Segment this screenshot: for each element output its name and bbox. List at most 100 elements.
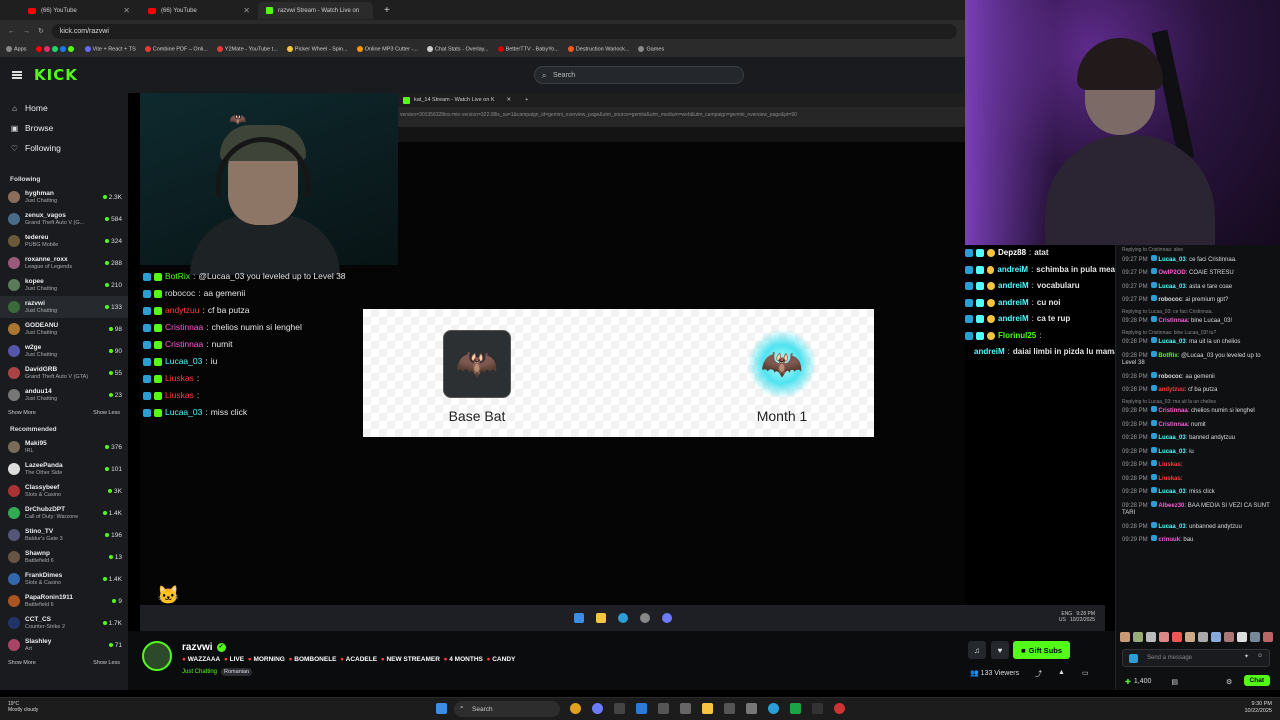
language-tag[interactable]: Romanian: [221, 668, 253, 676]
report-icon[interactable]: ▲: [1058, 669, 1065, 676]
emote-icon[interactable]: [1185, 632, 1195, 642]
show-less-button[interactable]: Show Less: [93, 410, 120, 416]
channel-name[interactable]: razvwi: [182, 642, 213, 653]
chat-message[interactable]: Replying to Cristinnaa: aloo 09:27 PM Luc…: [1116, 245, 1280, 266]
emote-icon[interactable]: ✦: [1244, 653, 1249, 660]
channel-list-item[interactable]: Slashley Art 71: [0, 634, 128, 656]
channel-list-item[interactable]: DrChubzDPT Call of Duty: Warzone 1.4K: [0, 502, 128, 524]
bookmark-item[interactable]: Apps: [6, 46, 27, 53]
url-input[interactable]: kick.com/razvwi: [51, 23, 957, 39]
channel-list-item[interactable]: DavidGRB Grand Theft Auto V (GTA) 55: [0, 362, 128, 384]
channel-list-item[interactable]: LazeePanda The Other Side 101: [0, 458, 128, 480]
channel-list-item[interactable]: Shawnp Battlefield 6 13: [0, 546, 128, 568]
bell-icon[interactable]: ♫: [968, 641, 986, 659]
emote-icon[interactable]: [1159, 632, 1169, 642]
show-more-button[interactable]: Show More: [8, 660, 36, 666]
channel-list-item[interactable]: tedereu PUBG Mobile 324: [0, 230, 128, 252]
sidebar-item-home[interactable]: ⌂ Home: [0, 98, 128, 118]
channel-list-item[interactable]: razvwi Just Chatting 133: [0, 296, 128, 318]
app-icon[interactable]: [658, 703, 669, 714]
show-more-button[interactable]: Show More: [8, 410, 36, 416]
bookmark-item[interactable]: Vite + React + TS: [84, 46, 136, 53]
close-icon[interactable]: ✕: [123, 6, 130, 15]
app-icon[interactable]: [812, 703, 823, 714]
bookmark-item[interactable]: Destruction Warlock...: [567, 46, 629, 53]
emote-icon[interactable]: [1263, 632, 1273, 642]
send-chat-button[interactable]: Chat: [1243, 675, 1270, 686]
emote-icon[interactable]: [1146, 632, 1156, 642]
chat-message[interactable]: 09:28 PM Liuskas:: [1116, 472, 1280, 486]
chat-message[interactable]: Replying to Lucaa_03: ma uit la un cheli…: [1116, 397, 1280, 418]
bookmark-item[interactable]: Chat Stats - Overlay...: [426, 46, 489, 53]
channel-list-item[interactable]: Classybeef Slots & Casino 3K: [0, 480, 128, 502]
emote-icon[interactable]: [1120, 632, 1130, 642]
channel-avatar[interactable]: [142, 641, 172, 671]
chat-message[interactable]: 09:27 PM robococ: ai premium gpt?: [1116, 293, 1280, 307]
browser-tab[interactable]: (66) YouTube ✕: [20, 2, 138, 19]
browser-tab[interactable]: (66) YouTube ✕: [140, 2, 258, 19]
sidebar-item-following[interactable]: ♡ Following: [0, 138, 128, 158]
emote-icon[interactable]: [1133, 632, 1143, 642]
show-less-button[interactable]: Show Less: [93, 660, 120, 666]
close-icon[interactable]: ✕: [243, 6, 250, 15]
chat-message[interactable]: Replying to Lucaa_03: ce faci Cristinnaa…: [1116, 307, 1280, 328]
gift-icon[interactable]: ▤: [1171, 678, 1178, 686]
emote-icon[interactable]: [1224, 632, 1234, 642]
channel-list-item[interactable]: Stino_TV Baldur's Gate 3 196: [0, 524, 128, 546]
new-tab-button[interactable]: +: [376, 2, 398, 19]
chat-message[interactable]: 09:28 PM Liuskas:: [1116, 458, 1280, 472]
chat-message[interactable]: 09:28 PM robococ: aa gemenii: [1116, 370, 1280, 384]
chat-message[interactable]: 09:28 PM Lucaa_03: iu: [1116, 445, 1280, 459]
emote-picker-icon[interactable]: [1129, 654, 1138, 663]
forward-icon[interactable]: →: [23, 28, 30, 35]
settings-icon[interactable]: ⚙: [1226, 678, 1232, 686]
chat-input[interactable]: Send a message ✦ ☺: [1122, 649, 1270, 667]
discord-icon[interactable]: [592, 703, 603, 714]
vscode-icon[interactable]: [636, 703, 647, 714]
back-icon[interactable]: ←: [8, 28, 15, 35]
chat-message[interactable]: 09:29 PM crinuuk: bau: [1116, 533, 1280, 547]
channel-list-item[interactable]: hyghman Just Chatting 2.3K: [0, 186, 128, 208]
chrome-icon[interactable]: [570, 703, 581, 714]
system-clock[interactable]: 9:30 PM 10/22/2025: [1244, 701, 1272, 715]
channel-list-item[interactable]: roxanne_roxx League of Legends 288: [0, 252, 128, 274]
search-input[interactable]: ⌕ Search: [534, 66, 744, 84]
channel-list-item[interactable]: w2ge Just Chatting 90: [0, 340, 128, 362]
folder-icon[interactable]: [702, 703, 713, 714]
chat-message[interactable]: 09:28 PM andytzuu: cf ba putza: [1116, 383, 1280, 397]
channel-list-item[interactable]: anduu14 Just Chatting 23: [0, 384, 128, 406]
channel-list-item[interactable]: zenux_vagos Grand Theft Auto V (G... 584: [0, 208, 128, 230]
edge-icon[interactable]: [768, 703, 779, 714]
chat-message[interactable]: Replying to Cristinnaa: bine Lucaa_03! t…: [1116, 328, 1280, 349]
channel-list-item[interactable]: GODEANU Just Chatting 98: [0, 318, 128, 340]
chat-message[interactable]: 09:27 PM OwIP2OD: COAIE STRESU: [1116, 266, 1280, 280]
bookmark-item[interactable]: Picker Wheel - Spin...: [286, 46, 348, 53]
channel-list-item[interactable]: CCT_CS Counter-Strike 2 1.7K: [0, 612, 128, 634]
browser-tab-active[interactable]: razvwi Stream - Watch Live on: [258, 2, 373, 19]
bookmark-item[interactable]: [35, 46, 76, 53]
app-icon[interactable]: [724, 703, 735, 714]
chat-message[interactable]: 09:28 PM Lucaa_03: unbanned andytzuu: [1116, 520, 1280, 534]
gift-subs-button[interactable]: ■ Gift Subs: [1013, 641, 1070, 659]
bookmark-item[interactable]: Online MP3 Cutter -...: [356, 46, 418, 53]
app-icon[interactable]: [680, 703, 691, 714]
emote-icon[interactable]: [1237, 632, 1247, 642]
steam-icon[interactable]: [614, 703, 625, 714]
share-icon[interactable]: ⤴: [1035, 669, 1042, 679]
kick-logo[interactable]: KICK: [34, 66, 78, 84]
bookmark-item[interactable]: Games: [638, 46, 664, 53]
xbox-icon[interactable]: [790, 703, 801, 714]
channel-list-item[interactable]: kopee Just Chatting 210: [0, 274, 128, 296]
chat-message[interactable]: 09:27 PM Lucaa_03: asta e tare coae: [1116, 280, 1280, 294]
emote-icon[interactable]: [1250, 632, 1260, 642]
chat-message[interactable]: 09:28 PM Lucaa_03: banned andytzuu: [1116, 431, 1280, 445]
sidebar-item-browse[interactable]: ▣ Browse: [0, 118, 128, 138]
theatre-icon[interactable]: ▭: [1082, 669, 1089, 677]
chat-message[interactable]: 09:28 PM Cristinnaa: numit: [1116, 418, 1280, 432]
channel-list-item[interactable]: Maki95 IRL 376: [0, 436, 128, 458]
app-icon[interactable]: [834, 703, 845, 714]
taskbar-search[interactable]: ⌕ Search: [454, 701, 560, 717]
windows-start-icon[interactable]: [436, 703, 447, 714]
emote-icon[interactable]: [1211, 632, 1221, 642]
heart-icon[interactable]: ♥: [991, 641, 1009, 659]
